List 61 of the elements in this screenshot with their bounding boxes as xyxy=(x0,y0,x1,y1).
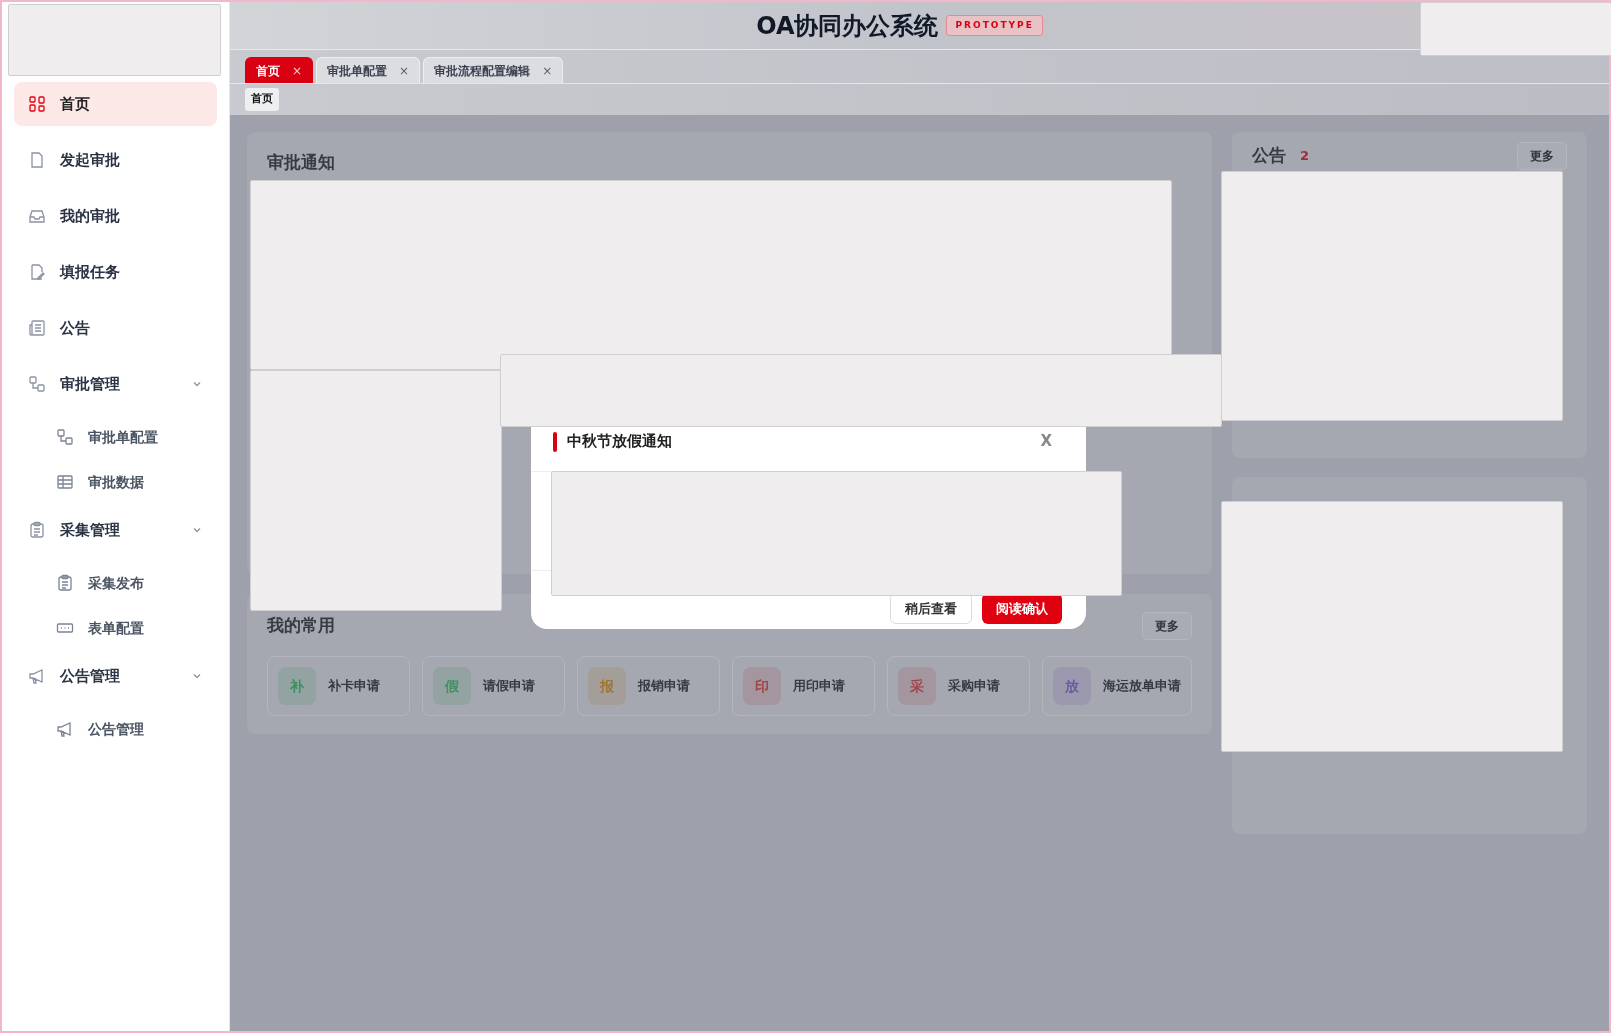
shortcut-tile[interactable]: 采 采购申请 xyxy=(887,656,1030,716)
document-icon xyxy=(28,151,46,169)
sidebar-item[interactable]: 发起审批 xyxy=(14,138,217,182)
sidebar-item[interactable]: 审批管理 xyxy=(14,362,217,406)
shortcut-glyph: 补 xyxy=(278,667,316,705)
shortcut-tile[interactable]: 印 用印申请 xyxy=(732,656,875,716)
sidebar-subitem[interactable]: 采集发布 xyxy=(14,564,217,602)
shortcut-label: 报销申请 xyxy=(638,677,690,696)
more-button[interactable]: 更多 xyxy=(1142,612,1192,640)
card-title: 我的常用 xyxy=(267,614,335,638)
sidebar-item[interactable]: 首页 xyxy=(14,82,217,126)
tab[interactable]: 审批流程配置编辑 × xyxy=(423,57,564,83)
shortcut-label: 补卡申请 xyxy=(328,677,380,696)
accent-bar xyxy=(553,431,557,452)
shortcut-label: 采购申请 xyxy=(948,677,1000,696)
megaphone-icon xyxy=(28,667,46,685)
shortcut-glyph: 采 xyxy=(898,667,936,705)
edit-document-icon xyxy=(28,263,46,281)
shortcut-tile[interactable]: 补 补卡申请 xyxy=(267,656,410,716)
shortcut-glyph: 报 xyxy=(588,667,626,705)
flow-icon xyxy=(28,375,46,393)
megaphone-icon xyxy=(56,720,74,738)
clipboard-icon xyxy=(56,574,74,592)
shortcut-glyph: 假 xyxy=(433,667,471,705)
more-button[interactable]: 更多 xyxy=(1517,142,1567,170)
prototype-badge: PROTOTYPE xyxy=(946,14,1043,37)
close-icon[interactable]: × xyxy=(399,61,410,80)
card-title: 公告 xyxy=(1252,144,1286,168)
newspaper-icon xyxy=(28,319,46,337)
shortcut-glyph: 放 xyxy=(1053,667,1091,705)
sidebar-subitem[interactable]: 公告管理 xyxy=(14,710,217,748)
sidebar-item[interactable]: 我的审批 xyxy=(14,194,217,238)
clipboard-icon xyxy=(28,521,46,539)
tab[interactable]: 首页 × xyxy=(245,57,314,83)
count-label: 2 xyxy=(1300,147,1310,166)
sidebar-subitem[interactable]: 审批单配置 xyxy=(14,418,217,456)
close-button[interactable]: X xyxy=(1034,429,1058,454)
shortcut-label: 请假申请 xyxy=(483,677,535,696)
flow-icon xyxy=(56,428,74,446)
sidebar-item[interactable]: 公告管理 xyxy=(14,654,217,698)
shortcut-glyph: 印 xyxy=(743,667,781,705)
sidebar-item[interactable]: 公告 xyxy=(14,306,217,350)
close-icon[interactable]: × xyxy=(542,61,553,80)
shortcut-label: 海运放单申请 xyxy=(1103,677,1181,696)
sidebar-subitem[interactable]: 审批数据 xyxy=(14,463,217,501)
dialog-title: 中秋节放假通知 xyxy=(567,431,672,453)
table-icon xyxy=(56,473,74,491)
inbox-icon xyxy=(28,207,46,225)
shortcut-label: 用印申请 xyxy=(793,677,845,696)
tab[interactable]: 审批单配置 × xyxy=(316,57,421,83)
shortcut-tile[interactable]: 报 报销申请 xyxy=(577,656,720,716)
card-title: 审批通知 xyxy=(267,152,335,172)
shortcut-tile[interactable]: 放 海运放单申请 xyxy=(1042,656,1192,716)
grid-icon xyxy=(28,95,46,113)
close-icon[interactable]: × xyxy=(292,61,303,80)
app-title: OA协同办公系统 xyxy=(756,10,939,42)
shortcut-tile[interactable]: 假 请假申请 xyxy=(422,656,565,716)
sidebar-subitem[interactable]: 表单配置 xyxy=(14,609,217,647)
breadcrumb-item[interactable]: 首页 xyxy=(245,88,279,111)
sidebar-item[interactable]: 采集管理 xyxy=(14,508,217,552)
sidebar-item[interactable]: 填报任务 xyxy=(14,250,217,294)
